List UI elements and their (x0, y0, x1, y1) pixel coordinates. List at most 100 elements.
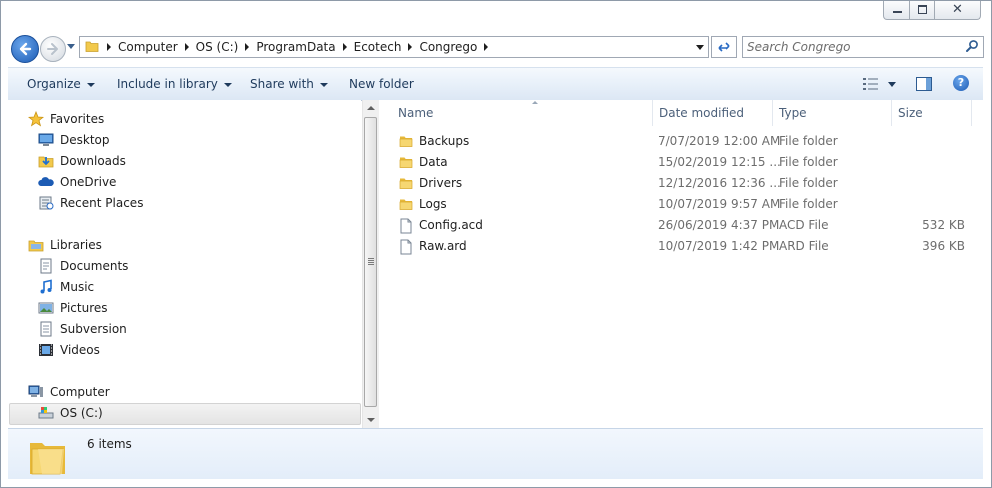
new-folder-button[interactable]: New folder (349, 68, 414, 100)
recent-locations-dropdown[interactable] (67, 44, 75, 49)
back-arrow-icon (19, 42, 32, 56)
nav-item-onedrive[interactable]: OneDrive (38, 172, 116, 192)
breadcrumb-label: Computer (118, 40, 178, 54)
grip-icon (368, 258, 374, 265)
forward-button[interactable] (40, 36, 66, 62)
file-date-modified: 10/07/2019 9:57 AM (658, 197, 781, 211)
breadcrumb-item[interactable]: Computer (100, 40, 178, 54)
folder-row[interactable]: Drivers 12/12/2016 12:36 ... File folder (393, 173, 973, 194)
refresh-button[interactable] (711, 36, 737, 58)
scrollbar-thumb[interactable] (364, 117, 377, 407)
share-with-button[interactable]: Share with (250, 68, 328, 100)
nav-item-label: Downloads (60, 154, 126, 168)
file-name: Config.acd (419, 218, 483, 232)
nav-item-music[interactable]: Music (38, 277, 94, 297)
folder-row[interactable]: Data 15/02/2019 12:15 ... File folder (393, 152, 973, 173)
scroll-down-arrow-icon[interactable] (367, 418, 375, 422)
search-box[interactable] (742, 36, 984, 58)
nav-item-label: Music (60, 280, 95, 294)
breadcrumb-item[interactable]: ProgramData (238, 40, 336, 54)
chevron-right-icon[interactable] (408, 43, 413, 51)
nav-item-downloads[interactable]: Downloads (38, 151, 126, 171)
column-header-label: Name (398, 106, 434, 120)
scroll-up-arrow-icon[interactable] (367, 106, 375, 110)
onedrive-icon (38, 174, 54, 190)
breadcrumb-label: Ecotech (353, 40, 402, 54)
column-header-name[interactable]: Name (392, 100, 653, 126)
nav-item-label: Desktop (60, 133, 110, 147)
file-type: File folder (779, 176, 838, 190)
nav-item-subversion[interactable]: Subversion (38, 319, 127, 339)
nav-item-libraries[interactable]: Libraries (28, 235, 102, 255)
file-size: 532 KB (922, 218, 965, 232)
refresh-icon (718, 42, 730, 52)
back-button[interactable] (11, 35, 39, 63)
file-size: 396 KB (922, 239, 965, 253)
file-date-modified: 26/06/2019 4:37 PM (658, 218, 780, 232)
file-type: ARD File (779, 239, 829, 253)
nav-item-label: Pictures (60, 301, 108, 315)
folder-row[interactable]: Backups 7/07/2019 12:00 AM File folder (393, 131, 973, 152)
column-header-size[interactable]: Size (892, 100, 972, 126)
minimize-button[interactable] (883, 1, 911, 20)
nav-item-recent-places[interactable]: Recent Places (38, 193, 143, 213)
nav-item-label: Libraries (50, 238, 102, 252)
search-icon[interactable] (965, 39, 979, 53)
close-button[interactable]: ✕ (934, 1, 981, 20)
explorer-window: ✕ Computer OS (C:) ProgramData Ecotech Congr… (0, 0, 992, 488)
address-bar[interactable]: Computer OS (C:) ProgramData Ecotech Congreg… (79, 36, 709, 58)
breadcrumb-item[interactable]: OS (C:) (178, 40, 238, 54)
column-header-type[interactable]: Type (773, 100, 892, 126)
address-history-dropdown[interactable] (696, 45, 704, 50)
maximize-button[interactable] (909, 1, 936, 20)
file-date-modified: 7/07/2019 12:00 AM (658, 134, 781, 148)
breadcrumb-item[interactable]: Congrego (401, 40, 477, 54)
file-row[interactable]: Raw.ard 10/07/2019 1:42 PM ARD File 396 KB (393, 236, 973, 257)
file-name: Raw.ard (419, 239, 467, 253)
chevron-right-icon[interactable] (245, 43, 250, 51)
preview-pane-icon[interactable] (916, 77, 932, 91)
file-date-modified: 10/07/2019 1:42 PM (658, 239, 780, 253)
breadcrumb-trailing-chevron[interactable] (477, 43, 495, 51)
search-input[interactable] (747, 38, 957, 55)
close-icon: ✕ (952, 2, 963, 17)
view-options-dropdown[interactable] (888, 82, 896, 87)
chevron-right-icon[interactable] (184, 43, 189, 51)
column-header-date-modified[interactable]: Date modified (653, 100, 773, 126)
breadcrumb-label: Congrego (419, 40, 478, 54)
command-bar: Organize Include in library Share with N… (8, 67, 983, 101)
breadcrumb-item[interactable]: Ecotech (336, 40, 402, 54)
include-in-library-label: Include in library (117, 77, 218, 91)
desktop-icon (38, 132, 54, 148)
organize-button[interactable]: Organize (27, 68, 95, 100)
include-in-library-button[interactable]: Include in library (117, 68, 232, 100)
nav-item-label: Subversion (60, 322, 127, 336)
nav-item-label: Recent Places (60, 196, 144, 210)
navigation-pane: Favorites Desktop Downloads OneDrive Recent … (8, 100, 361, 428)
nav-item-label: OneDrive (60, 175, 117, 189)
file-row[interactable]: Config.acd 26/06/2019 4:37 PM ACD File 532 … (393, 215, 973, 236)
folder-row[interactable]: Logs 10/07/2019 9:57 AM File folder (393, 194, 973, 215)
chevron-down-icon (86, 82, 95, 87)
computer-icon (28, 384, 44, 400)
file-icon (399, 239, 413, 258)
chevron-right-icon[interactable] (107, 43, 111, 51)
nav-item-pictures[interactable]: Pictures (38, 298, 108, 318)
file-name: Data (419, 155, 448, 169)
item-count: 6 items (87, 437, 132, 451)
nav-item-videos[interactable]: Videos (38, 340, 100, 360)
folder-large-icon (30, 443, 65, 475)
nav-item-documents[interactable]: Documents (38, 256, 128, 276)
nav-item-computer[interactable]: Computer (28, 382, 110, 402)
nav-item-os-c[interactable]: OS (C:) (38, 403, 103, 423)
change-view-icon[interactable] (863, 78, 879, 90)
chevron-right-icon[interactable] (484, 43, 489, 51)
nav-item-favorites[interactable]: Favorites (27, 109, 104, 129)
star-icon (27, 110, 45, 127)
share-with-label: Share with (250, 77, 314, 91)
pictures-icon (38, 300, 54, 316)
nav-item-desktop[interactable]: Desktop (38, 130, 110, 150)
navigation-scrollbar[interactable] (362, 100, 379, 428)
chevron-right-icon[interactable] (342, 43, 347, 51)
help-icon[interactable]: ? (953, 75, 969, 91)
